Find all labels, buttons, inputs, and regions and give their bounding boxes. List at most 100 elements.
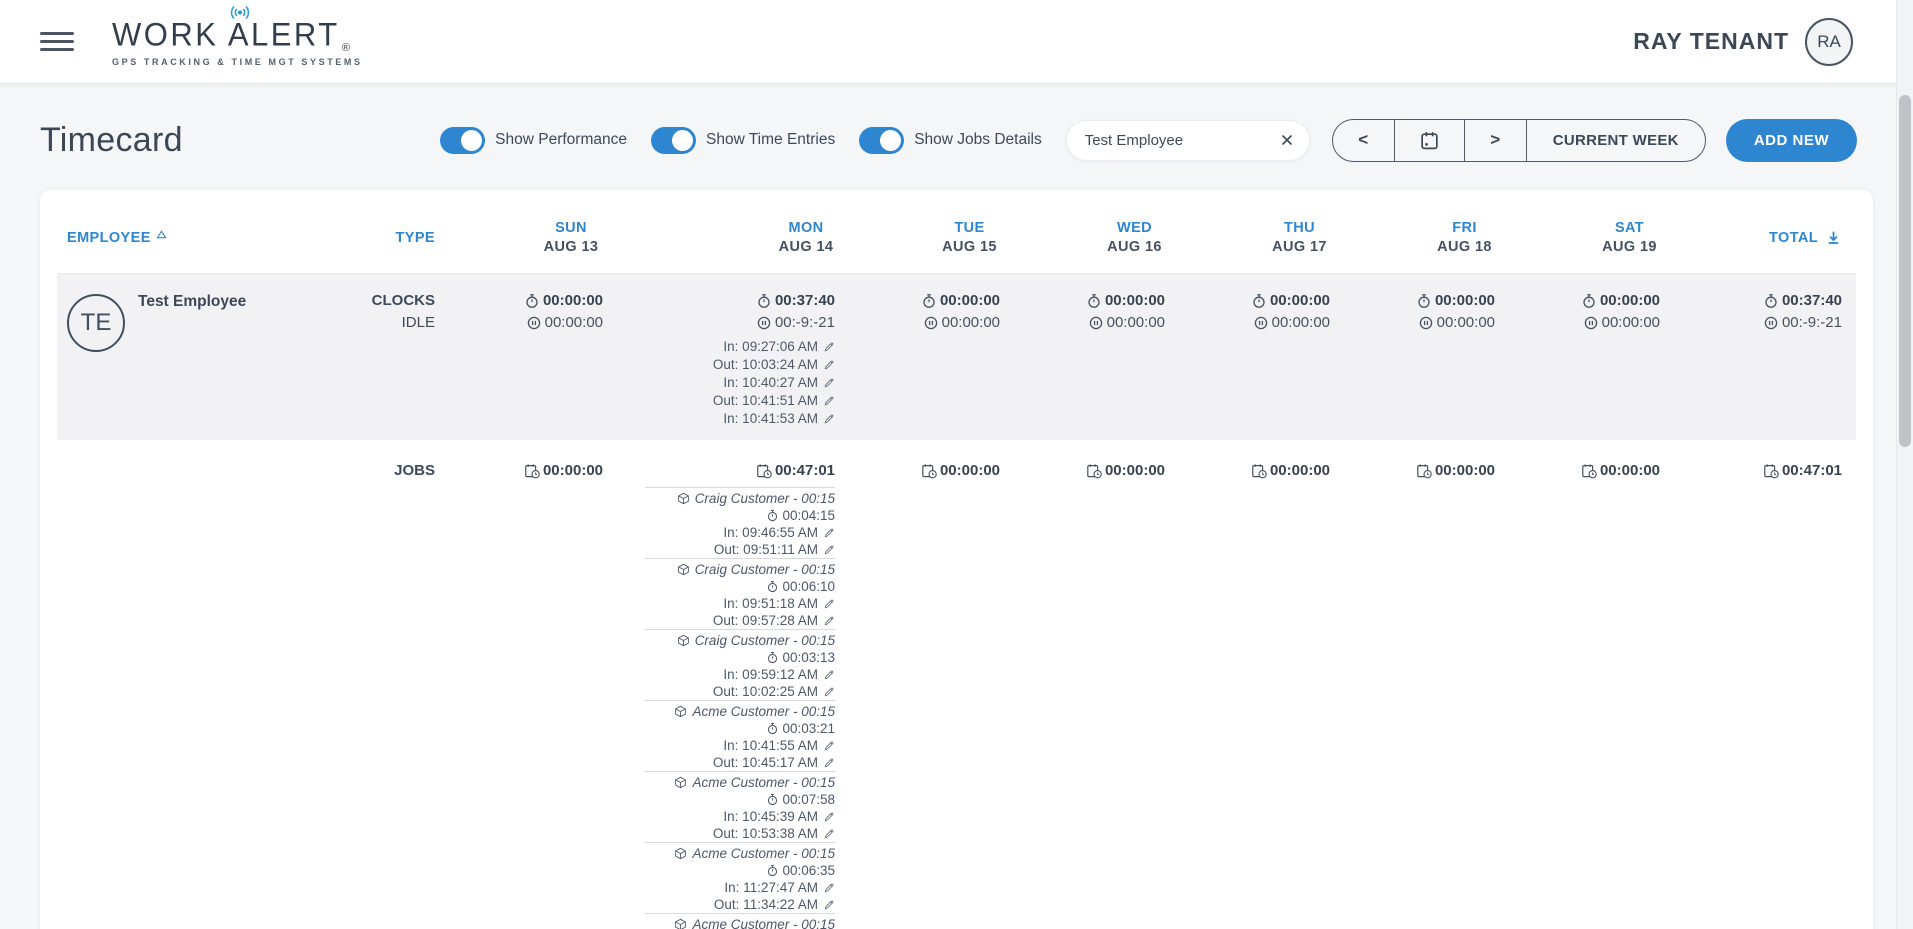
stopwatch-icon [766,651,779,664]
edit-icon[interactable] [823,377,835,389]
download-icon[interactable] [1825,229,1842,246]
clear-search-icon[interactable] [1279,132,1295,148]
toggle-switch[interactable] [859,127,904,154]
stopwatch-icon [1086,293,1102,309]
toggle-switch[interactable] [440,127,485,154]
time-entry: In: 09:59:12 AM [645,666,835,683]
job-cube-icon [674,847,687,860]
edit-icon[interactable] [823,341,835,353]
edit-icon[interactable] [823,828,835,840]
current-week-button[interactable]: CURRENT WEEK [1527,120,1705,161]
day-cell: 00:00:00 [877,460,1042,929]
type-cell: CLOCKS IDLE [349,290,477,428]
stopwatch-icon [1416,293,1432,309]
calendar-icon [1419,130,1440,151]
job-entry: Craig Customer - 00:15 00:04:15 In: 09:4… [645,487,835,558]
toggle-switch[interactable] [651,127,696,154]
hamburger-menu-icon[interactable] [40,27,74,56]
pause-icon [526,315,542,331]
toggle-show-jobs-details[interactable]: Show Jobs Details [859,127,1042,154]
toggle-show-time-entries[interactable]: Show Time Entries [651,127,835,154]
day-cell: 00:00:00 [1207,460,1372,929]
time-entry: Out: 11:34:22 AM [645,896,835,913]
time-entry: Out: 10:03:24 AM [645,356,835,374]
job-entry: Craig Customer - 00:15 00:06:10 In: 09:5… [645,558,835,629]
day-column-header: SATAUG 19 [1537,219,1702,257]
stopwatch-icon [1581,293,1597,309]
employee-avatar: TE [67,294,125,352]
job-clock-icon [1416,463,1432,479]
day-column-header: MONAUG 14 [645,219,877,257]
time-entry: In: 10:45:39 AM [645,808,835,825]
brand-subtitle: GPS TRACKING & TIME MGT SYSTEMS [112,57,363,67]
add-new-button[interactable]: ADD NEW [1726,119,1857,162]
calendar-button[interactable] [1395,120,1465,161]
edit-icon[interactable] [823,669,835,681]
stopwatch-icon [1763,293,1779,309]
edit-icon[interactable] [823,686,835,698]
page-scrollbar[interactable] [1896,0,1913,929]
search-input[interactable] [1085,132,1279,149]
job-clock-icon [1763,463,1779,479]
day-cell: 00:00:00 00:00:00 [877,290,1042,428]
timecard-table: EMPLOYEE TYPE SUNAUG 13 MONAUG 14 TUEAUG… [40,190,1873,929]
edit-icon[interactable] [823,811,835,823]
time-entry: In: 09:46:55 AM [645,524,835,541]
pause-icon [1088,315,1104,331]
day-cell: 00:00:00 00:00:00 [1372,290,1537,428]
job-entry: Acme Customer - 00:15 00:03:21 In: 10:41… [645,700,835,771]
toggle-label: Show Jobs Details [914,131,1042,149]
edit-icon[interactable] [823,757,835,769]
job-cube-icon [677,492,690,505]
edit-icon[interactable] [823,413,835,425]
time-entry: In: 09:51:18 AM [645,595,835,612]
time-entry: In: 10:40:27 AM [645,374,835,392]
edit-icon[interactable] [823,598,835,610]
edit-icon[interactable] [823,615,835,627]
stopwatch-icon [766,864,779,877]
edit-icon[interactable] [823,395,835,407]
stopwatch-icon [766,793,779,806]
user-avatar[interactable]: RA [1805,18,1853,66]
job-cube-icon [677,563,690,576]
day-cell: 00:00:00 [1537,460,1702,929]
previous-week-button[interactable]: < [1333,120,1395,161]
day-cell: 00:00:00 [1042,460,1207,929]
toggle-label: Show Performance [495,131,627,149]
day-column-header: TUEAUG 15 [877,219,1042,257]
type-cell: JOBS [349,460,477,929]
edit-icon[interactable] [823,544,835,556]
pause-icon [1418,315,1434,331]
edit-icon[interactable] [823,882,835,894]
edit-icon[interactable] [823,740,835,752]
day-cell: 00:47:01 Craig Customer - 00:15 00:04:15… [645,460,877,929]
pause-icon [1583,315,1599,331]
pause-icon [1763,315,1779,331]
job-clock-icon [756,463,772,479]
total-column-header: TOTAL [1702,229,1856,246]
job-cube-icon [674,918,687,929]
toolbar: Timecard Show Performance Show Time Entr… [0,84,1913,190]
edit-icon[interactable] [823,527,835,539]
toggle-show-performance[interactable]: Show Performance [440,127,627,154]
pause-icon [923,315,939,331]
jobs-row: JOBS 00:00:00 00:47:01 Craig Customer - … [57,448,1856,929]
type-column-header: TYPE [349,230,477,246]
table-header-row: EMPLOYEE TYPE SUNAUG 13 MONAUG 14 TUEAUG… [57,202,1856,274]
day-column-header: SUNAUG 13 [477,219,645,257]
job-cube-icon [677,634,690,647]
stopwatch-icon [766,722,779,735]
day-cell: 00:00:00 00:00:00 [477,290,645,428]
scrollbar-thumb[interactable] [1899,95,1911,447]
edit-icon[interactable] [823,359,835,371]
day-cell: 00:00:00 [1372,460,1537,929]
toggle-label: Show Time Entries [706,131,835,149]
next-week-button[interactable]: > [1465,120,1527,161]
job-clock-icon [921,463,937,479]
employee-column-header[interactable]: EMPLOYEE [57,230,349,246]
time-entry: Out: 10:02:25 AM [645,683,835,700]
pause-icon [1253,315,1269,331]
edit-icon[interactable] [823,899,835,911]
top-bar: WORK ALERT® GPS TRACKING & TIME MGT SYST… [0,0,1913,84]
employee-cell: TE Test Employee [57,290,349,428]
